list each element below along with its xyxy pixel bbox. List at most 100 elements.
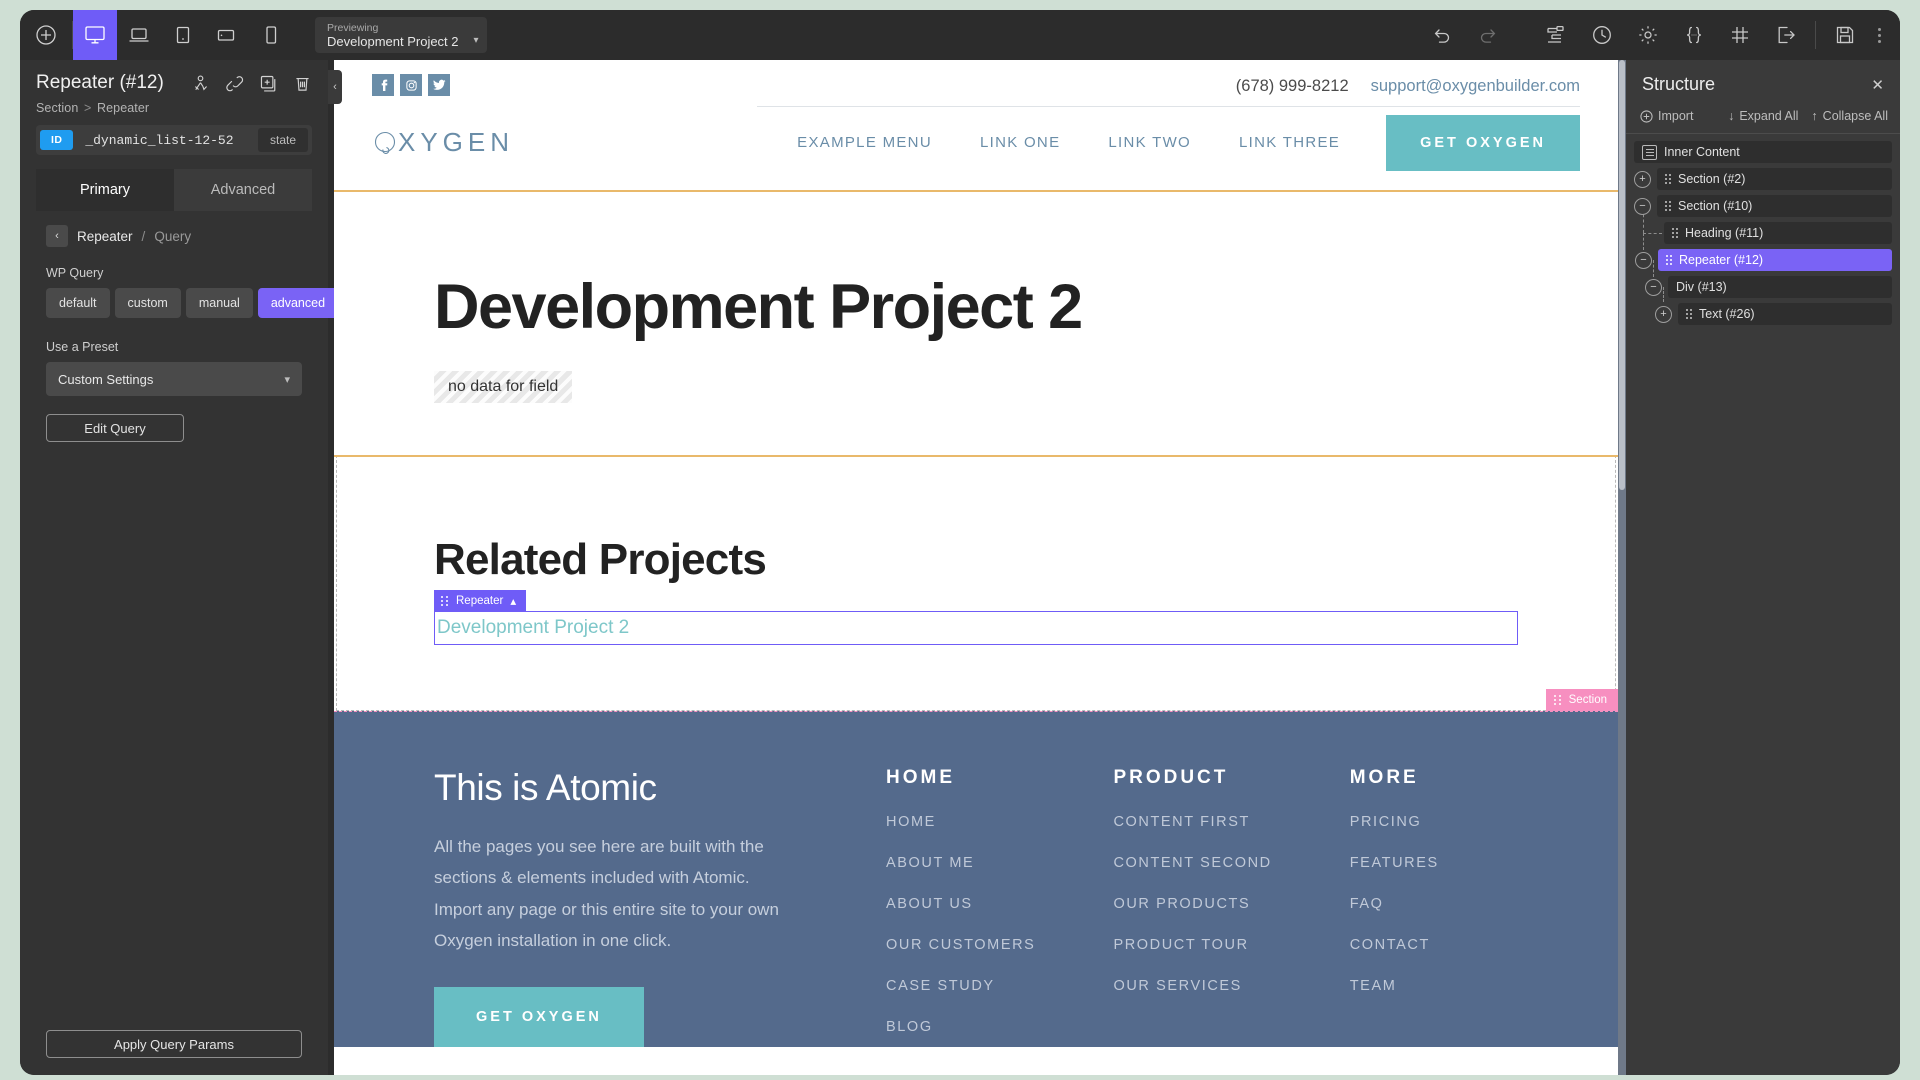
collapse-toggle-icon[interactable]: − (1635, 251, 1652, 269)
tree-row-repeater-12[interactable]: − Repeater (#12) (1634, 233, 1892, 271)
footer-link[interactable]: CONTACT (1350, 937, 1439, 953)
footer-link[interactable]: FAQ (1350, 896, 1439, 912)
custom-code-button[interactable] (1671, 10, 1717, 60)
collapse-all-button[interactable]: ↑ Collapse All (1811, 109, 1888, 123)
grid-button[interactable] (1717, 10, 1763, 60)
drag-handle-icon[interactable] (1665, 174, 1671, 184)
nav-link-three[interactable]: LINK THREE (1239, 134, 1340, 151)
tree-row-heading-11[interactable]: Heading (#11) (1634, 209, 1892, 244)
chevron-up-icon[interactable]: ▴ (510, 594, 516, 608)
footer-link[interactable]: BLOG (886, 1019, 1035, 1035)
back-button[interactable]: ‹ (46, 225, 68, 247)
footer-link[interactable]: TEAM (1350, 978, 1439, 994)
nav-link-one[interactable]: LINK ONE (980, 134, 1060, 151)
device-laptop-button[interactable] (117, 10, 161, 60)
tree-row-text-26[interactable]: + Text (#26) (1634, 287, 1892, 325)
apply-query-params-button[interactable]: Apply Query Params (46, 1030, 302, 1058)
save-button[interactable] (1822, 10, 1868, 60)
footer-link[interactable]: OUR SERVICES (1113, 978, 1271, 994)
wp-query-default[interactable]: default (46, 288, 110, 318)
facebook-icon[interactable] (372, 74, 394, 96)
wp-query-custom[interactable]: custom (114, 288, 181, 318)
footer-link[interactable]: FEATURES (1350, 855, 1439, 871)
settings-gear-button[interactable] (1625, 10, 1671, 60)
tab-advanced[interactable]: Advanced (174, 169, 312, 211)
drag-handle-icon[interactable] (1665, 201, 1671, 211)
drag-handle-icon[interactable] (1672, 228, 1678, 238)
footer-link[interactable]: ABOUT ME (886, 855, 1035, 871)
canvas-scrollbar[interactable] (1618, 60, 1626, 1075)
import-button[interactable]: Import (1640, 109, 1693, 123)
related-section-wrapper[interactable]: Related Projects Repeater ▴ Development … (334, 455, 1618, 711)
footer-link[interactable]: OUR PRODUCTS (1113, 896, 1271, 912)
selector-icon[interactable] (191, 74, 210, 93)
instagram-icon[interactable] (400, 74, 422, 96)
footer-link[interactable]: OUR CUSTOMERS (886, 937, 1035, 953)
footer-link[interactable]: PRODUCT TOUR (1113, 937, 1271, 953)
preset-select[interactable]: Custom Settings ▾ (46, 362, 302, 396)
settings-breadcrumb-current[interactable]: Repeater (77, 229, 133, 244)
site-footer[interactable]: Section This is Atomic All the pages you… (334, 689, 1618, 1047)
tree-row-div-13[interactable]: − Div (#13) (1634, 260, 1892, 298)
trash-icon[interactable] (293, 74, 312, 93)
tree-row-inner-content[interactable]: Inner Content (1634, 141, 1892, 163)
phone-number[interactable]: (678) 999-8212 (1236, 77, 1349, 96)
device-desktop-button[interactable] (73, 10, 117, 60)
history-clock-button[interactable] (1579, 10, 1625, 60)
more-options-button[interactable] (1868, 10, 1890, 60)
footer-link[interactable]: HOME (886, 814, 1035, 830)
wp-query-advanced[interactable]: advanced (257, 288, 339, 318)
close-icon[interactable]: ✕ (1871, 76, 1884, 94)
footer-get-oxygen-button[interactable]: GET OXYGEN (434, 986, 644, 1047)
drag-handle-icon[interactable] (1686, 309, 1692, 319)
get-oxygen-button[interactable]: GET OXYGEN (1386, 114, 1580, 171)
footer-about-column: This is Atomic All the pages you see her… (434, 767, 794, 1047)
exit-button[interactable] (1763, 10, 1809, 60)
previewing-selector[interactable]: Previewing Development Project 2 ▾ (315, 17, 487, 53)
redo-button[interactable] (1465, 10, 1511, 60)
device-tablet-landscape-button[interactable] (205, 10, 249, 60)
section-overlay-label[interactable]: Section (1545, 689, 1618, 711)
structure-panel-button[interactable] (1533, 10, 1579, 60)
repeater-element[interactable]: Repeater ▴ Development Project 2 (434, 590, 1518, 645)
duplicate-icon[interactable] (259, 74, 278, 93)
expand-all-button[interactable]: ↓ Expand All (1728, 109, 1798, 123)
device-tablet-button[interactable] (161, 10, 205, 60)
state-button[interactable]: state (257, 128, 308, 152)
settings-breadcrumb-next: Query (154, 228, 192, 244)
nav-link-example-menu[interactable]: EXAMPLE MENU (797, 134, 932, 151)
collapse-toggle-icon[interactable]: − (1634, 197, 1651, 215)
repeater-item-text[interactable]: Development Project 2 (437, 617, 629, 639)
drag-handle-icon[interactable] (441, 596, 449, 606)
previewing-value: Development Project 2 (327, 33, 459, 49)
footer-link[interactable]: CASE STUDY (886, 978, 1035, 994)
add-element-button[interactable] (20, 10, 72, 60)
repeater-overlay-label[interactable]: Repeater ▴ (434, 590, 527, 612)
drag-handle-icon[interactable] (1666, 255, 1672, 265)
footer-link[interactable]: ABOUT US (886, 896, 1035, 912)
email-link[interactable]: support@oxygenbuilder.com (1371, 77, 1580, 96)
collapse-toggle-icon[interactable]: − (1645, 278, 1662, 296)
expand-toggle-icon[interactable]: + (1634, 170, 1651, 188)
edit-query-button[interactable]: Edit Query (46, 414, 184, 442)
drag-handle-icon[interactable] (1553, 695, 1562, 705)
site-logo[interactable]: XYGEN (372, 127, 514, 158)
arrow-down-icon: ↓ (1728, 109, 1735, 123)
device-phone-button[interactable] (249, 10, 293, 60)
nav-link-two[interactable]: LINK TWO (1108, 134, 1191, 151)
footer-link[interactable]: PRICING (1350, 814, 1439, 830)
twitter-icon[interactable] (428, 74, 450, 96)
link-icon[interactable] (225, 74, 244, 93)
collapse-panel-handle[interactable]: ‹ (328, 70, 342, 104)
tree-row-section-2[interactable]: + Section (#2) (1634, 168, 1892, 190)
tab-primary[interactable]: Primary (36, 169, 174, 211)
wp-query-manual[interactable]: manual (185, 288, 253, 318)
footer-link[interactable]: CONTENT FIRST (1113, 814, 1271, 830)
element-id-value[interactable]: _dynamic_list-12-52 (85, 133, 233, 148)
page-canvas[interactable]: (678) 999-8212 support@oxygenbuilder.com… (334, 60, 1618, 1075)
tree-row-section-10[interactable]: − Section (#10) (1634, 195, 1892, 217)
expand-toggle-icon[interactable]: + (1655, 305, 1672, 323)
panel-title: Repeater (#12) (36, 72, 164, 93)
undo-button[interactable] (1419, 10, 1465, 60)
footer-link[interactable]: CONTENT SECOND (1113, 855, 1271, 871)
